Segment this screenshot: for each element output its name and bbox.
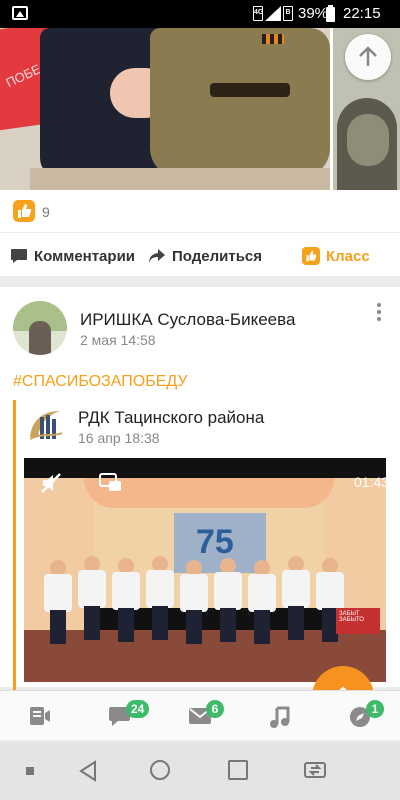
switch-apps-icon[interactable] bbox=[303, 758, 329, 787]
notifications-badge: 1 bbox=[366, 700, 384, 718]
nav-discussions[interactable]: 24 bbox=[80, 691, 160, 741]
recent-apps-icon[interactable] bbox=[228, 760, 248, 780]
portrait-face bbox=[347, 114, 389, 166]
group-logo-icon[interactable] bbox=[26, 407, 64, 443]
likes-count[interactable]: 9 bbox=[42, 204, 50, 220]
clock: 22:15 bbox=[343, 5, 381, 22]
video-scene-children bbox=[44, 556, 364, 658]
menu-dot-icon[interactable] bbox=[26, 767, 34, 775]
st-george-ribbon bbox=[262, 34, 284, 44]
bottom-navigation: 24 6 1 bbox=[0, 690, 400, 740]
feed-icon bbox=[30, 707, 50, 725]
sim1-icon: 4G bbox=[253, 6, 263, 21]
sim2-icon: B bbox=[283, 6, 293, 21]
post-photo[interactable]: ПОБЕДЫ bbox=[0, 28, 330, 190]
scroll-to-top-button[interactable] bbox=[345, 34, 391, 80]
mute-icon[interactable] bbox=[40, 472, 64, 499]
nav-notifications[interactable]: 1 bbox=[320, 691, 400, 741]
hashtag-link[interactable]: #СПАСИБОЗАПОБЕДУ bbox=[13, 373, 188, 391]
nav-music[interactable] bbox=[240, 691, 320, 741]
messages-badge: 6 bbox=[206, 700, 224, 718]
nav-feed[interactable] bbox=[0, 691, 80, 741]
repost-indicator bbox=[13, 400, 16, 690]
cast-icon[interactable] bbox=[98, 472, 124, 499]
gallery-notification-icon bbox=[12, 6, 28, 20]
home-icon[interactable] bbox=[150, 760, 170, 780]
video-player[interactable]: 75 ЗАБЫТ ЗАБЫТО 01:43 bbox=[24, 458, 386, 682]
author-name[interactable]: ИРИШКА Суслова-Бикеева bbox=[80, 310, 295, 330]
share-icon bbox=[149, 249, 165, 263]
signal-icon bbox=[265, 6, 281, 21]
nav-messages[interactable]: 6 bbox=[160, 691, 240, 741]
back-icon[interactable] bbox=[78, 760, 98, 787]
video-scene-sign: ЗАБЫТ ЗАБЫТО bbox=[336, 608, 380, 634]
like-icon bbox=[302, 247, 320, 265]
share-label: Поделиться bbox=[172, 247, 263, 265]
music-icon bbox=[270, 706, 290, 728]
post-actions: Комментарии Поделиться Класс bbox=[0, 236, 400, 276]
photo-belt bbox=[210, 83, 290, 97]
group-name[interactable]: РДК Тацинского района bbox=[78, 408, 264, 428]
photo-child-uniform bbox=[150, 28, 330, 178]
more-options-icon[interactable] bbox=[376, 303, 382, 323]
arrow-up-icon bbox=[359, 46, 377, 66]
author-avatar[interactable] bbox=[13, 301, 67, 355]
post-card-second: ИРИШКА Суслова-Бикеева 2 мая 14:58 #СПАС… bbox=[0, 287, 400, 690]
video-duration: 01:43 bbox=[354, 474, 386, 490]
post-card-first: ПОБЕДЫ 9 Комментарии Поделиться Класс bbox=[0, 28, 400, 276]
battery-percent: 39% bbox=[298, 5, 329, 22]
like-button[interactable]: Класс bbox=[302, 244, 370, 268]
comments-button[interactable]: Комментарии bbox=[10, 244, 135, 268]
photo-bottom bbox=[30, 168, 330, 190]
discussions-badge: 24 bbox=[126, 700, 150, 718]
repost-date: 16 апр 18:38 bbox=[78, 430, 160, 446]
avatar-figure bbox=[29, 321, 51, 355]
comment-icon bbox=[11, 249, 27, 263]
like-count-icon bbox=[13, 200, 35, 222]
share-button[interactable]: Поделиться bbox=[148, 244, 262, 268]
like-label: Класс bbox=[326, 247, 370, 265]
system-navigation-bar bbox=[0, 742, 400, 800]
post-date: 2 мая 14:58 bbox=[80, 332, 156, 348]
divider bbox=[0, 232, 400, 233]
status-bar: 4G B 39% 22:15 bbox=[0, 0, 400, 28]
comments-label: Комментарии bbox=[34, 247, 136, 265]
battery-icon bbox=[326, 5, 335, 22]
